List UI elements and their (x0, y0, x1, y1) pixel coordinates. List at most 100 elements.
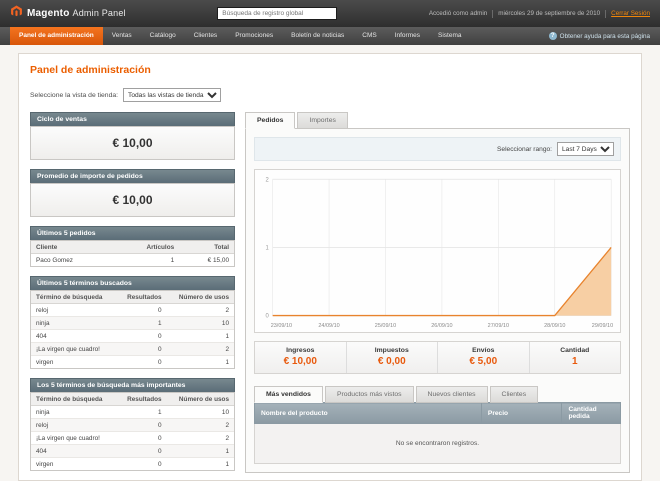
nav-item[interactable]: CMS (353, 27, 385, 45)
table-cell: 0 (116, 355, 167, 368)
table-cell: 0 (116, 418, 167, 432)
table-cell: virgen (31, 355, 117, 368)
table-row: ninja 1 10 (31, 405, 234, 419)
nav-item[interactable]: Promociones (226, 27, 282, 45)
last-orders-title: Últimos 5 pedidos (30, 226, 235, 240)
range-select[interactable]: Last 7 Days (557, 142, 614, 156)
tab[interactable]: Pedidos (245, 112, 296, 129)
top-search-terms-table: Término de búsqueda Resultados Número de u… (31, 393, 234, 470)
last-orders-table: Cliente Artículos Total Paco Gomez 1 € 15,00 (31, 241, 234, 266)
table-cell: € 15,00 (179, 253, 234, 266)
table-cell: 1 (166, 355, 234, 368)
stat-value: € 0,00 (377, 356, 406, 367)
column-header: Término de búsqueda (31, 291, 117, 304)
svg-text:25/09/10: 25/09/10 (375, 323, 396, 329)
table-cell: 1 (166, 329, 234, 343)
stat-value: € 10,00 (283, 356, 317, 367)
nav-item[interactable]: Informes (386, 27, 429, 45)
stat-label: Ingresos (286, 347, 315, 354)
table-cell: virgen (31, 457, 117, 470)
svg-text:23/09/10: 23/09/10 (271, 323, 292, 329)
last-search-terms-panel: Últimos 5 términos buscados Término de b… (30, 276, 235, 369)
table-cell: 1 (166, 457, 234, 470)
table-row: Paco Gomez 1 € 15,00 (31, 253, 234, 266)
average-orders-panel: Promedio de importe de pedidos € 10,00 (30, 169, 235, 217)
tab[interactable]: Clientes (489, 386, 539, 403)
table-row: reloj 0 2 (31, 418, 234, 432)
svg-text:29/09/10: 29/09/10 (592, 323, 613, 329)
header-separator (492, 9, 494, 18)
table-cell: 10 (166, 405, 234, 419)
table-cell: 1 (116, 316, 167, 330)
table-cell: 1 (113, 253, 180, 266)
header-separator (605, 9, 607, 18)
magento-logo[interactable]: Magento Admin Panel (10, 5, 126, 23)
table-cell: 0 (116, 444, 167, 458)
stat: Impuestos € 0,00 (347, 342, 438, 373)
column-header: Resultados (116, 291, 167, 304)
logout-link[interactable]: Cerrar Sesión (611, 10, 650, 17)
nav-item[interactable]: Catálogo (141, 27, 185, 45)
column-header: Total (179, 241, 234, 254)
global-search-input[interactable] (217, 7, 338, 20)
top-header: MagentoAdmin Panel Accedió como admin mi… (0, 0, 660, 27)
table-cell: 10 (166, 316, 234, 330)
table-row: 404 0 1 (31, 329, 234, 343)
orders-chart: 0 1 2 23/09/10 24/09/10 25/09/10 26/09/10 27/09… (254, 169, 621, 333)
table-cell: 2 (166, 418, 234, 432)
column-header: Término de búsqueda (31, 393, 117, 406)
store-view-label: Seleccione la vista de tienda: (30, 91, 119, 99)
nav-item[interactable]: Panel de administración (10, 27, 103, 45)
top-search-terms-panel: Los 5 términos de búsqueda más important… (30, 378, 235, 471)
table-cell: 2 (166, 431, 234, 445)
table-row: ninja 1 10 (31, 316, 234, 330)
lifetime-sales-panel: Ciclo de ventas € 10,00 (30, 112, 235, 160)
nav-item[interactable]: Ventas (103, 27, 141, 45)
stat-label: Envíos (472, 347, 495, 354)
table-cell: 0 (116, 342, 167, 356)
app-title: Magento Admin Panel (27, 8, 126, 19)
table-cell: ninja (31, 405, 117, 419)
column-header: Nombre del producto (254, 402, 482, 424)
help-link[interactable]: ? Obtener ayuda para esta página (548, 27, 650, 45)
column-header: Cliente (31, 241, 114, 254)
lifetime-sales-value: € 10,00 (31, 127, 234, 159)
header-user-info: Accedió como admin miércoles 29 de septi… (428, 9, 650, 18)
table-row: 404 0 1 (31, 444, 234, 458)
stat: Cantidad 1 (530, 342, 621, 373)
svg-text:26/09/10: 26/09/10 (431, 323, 452, 329)
nav-item[interactable]: Clientes (185, 27, 226, 45)
svg-text:0: 0 (265, 314, 269, 320)
table-cell: ¡La virgen que cuadro! (31, 342, 117, 356)
last-search-terms-table: Término de búsqueda Resultados Número de u… (31, 291, 234, 368)
tab[interactable]: Importes (297, 112, 348, 129)
svg-text:24/09/10: 24/09/10 (318, 323, 339, 329)
products-table: Nombre del producto Precio Cantidad pedida… (254, 402, 621, 464)
nav-items: Panel de administración Ventas Catálogo Cli… (10, 27, 470, 45)
empty-row: No se encontraron registros. (254, 423, 621, 464)
svg-text:1: 1 (265, 245, 269, 251)
store-view-row: Seleccione la vista de tienda: Todas las… (30, 88, 630, 102)
tab[interactable]: Productos más vistos (324, 386, 414, 403)
tab[interactable]: Más vendidos (254, 386, 323, 403)
table-cell: 1 (116, 405, 167, 419)
table-cell: 1 (166, 444, 234, 458)
magento-logo-icon (10, 5, 23, 23)
column-header: Cantidad pedida (561, 402, 621, 424)
logged-in-as: Accedió como admin (428, 10, 488, 17)
help-icon: ? (548, 32, 557, 40)
svg-text:28/09/10: 28/09/10 (544, 323, 565, 329)
nav-item[interactable]: Sistema (429, 27, 470, 45)
table-cell: 404 (31, 444, 117, 458)
stats-row: Ingresos € 10,00 Impuestos € 0,00 Envíos € 5,… (254, 341, 621, 374)
range-selector-row: Seleccionar rango: Last 7 Days (254, 137, 621, 161)
column-header: Artículos (113, 241, 180, 254)
help-link-label: Obtener ayuda para esta página (559, 32, 650, 40)
tab[interactable]: Nuevos clientes (415, 386, 488, 403)
nav-item[interactable]: Boletín de noticias (282, 27, 353, 45)
store-view-select[interactable]: Todas las vistas de tienda (123, 88, 222, 102)
chart-tabs: Pedidos Importes (245, 112, 630, 129)
table-cell: 0 (116, 303, 167, 317)
lifetime-sales-title: Ciclo de ventas (30, 112, 235, 126)
column-header: Número de usos (166, 291, 234, 304)
